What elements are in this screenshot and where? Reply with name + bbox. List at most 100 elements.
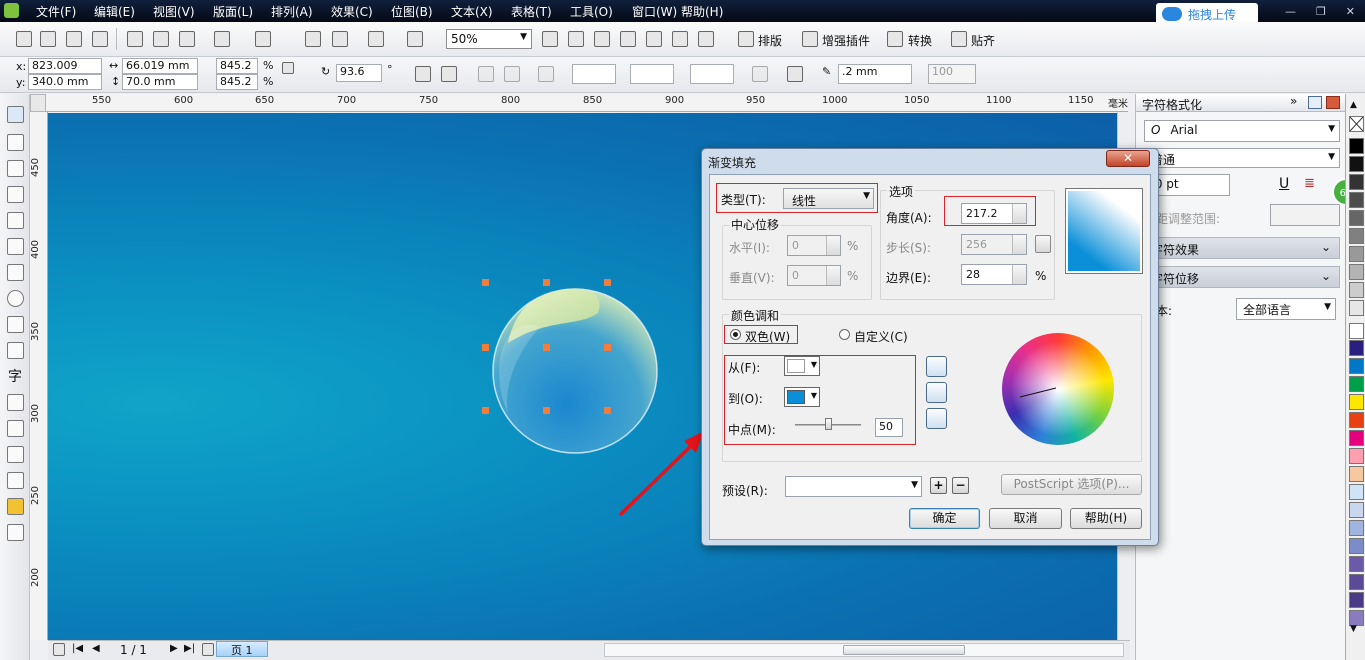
angle-field[interactable]: 217.2 xyxy=(961,203,1027,224)
mirror-v-icon[interactable] xyxy=(441,66,457,82)
menu-view[interactable]: 视图(V) xyxy=(153,3,195,20)
horizontal-scrollbar[interactable] xyxy=(604,643,1124,657)
lock-icon[interactable] xyxy=(282,62,294,74)
color-swatch[interactable] xyxy=(1349,358,1364,374)
color-swatch[interactable] xyxy=(1349,264,1364,280)
convert-icon[interactable] xyxy=(887,31,903,47)
menu-effects[interactable]: 效果(C) xyxy=(331,3,373,20)
text-tool-icon[interactable]: 字 xyxy=(8,366,22,386)
layout-label[interactable]: 排版 xyxy=(758,32,782,49)
menu-help[interactable]: 帮助(H) xyxy=(681,3,723,20)
zoom-out-icon[interactable] xyxy=(568,31,584,47)
color-swatch[interactable] xyxy=(1349,340,1364,356)
two-color-radio[interactable] xyxy=(730,329,741,340)
redo-icon[interactable] xyxy=(255,31,271,47)
color-swatch[interactable] xyxy=(1349,282,1364,298)
plugin-icon[interactable] xyxy=(802,31,818,47)
zoom-selected-icon[interactable] xyxy=(594,31,610,47)
color-swatch[interactable] xyxy=(1349,246,1364,262)
undo-icon[interactable] xyxy=(214,31,230,47)
restore-icon[interactable]: ❐ xyxy=(1316,5,1326,18)
color-swatch[interactable] xyxy=(1349,538,1364,554)
open-icon[interactable] xyxy=(40,31,56,47)
scroll-thumb[interactable] xyxy=(843,645,965,655)
ellipse-tool-icon[interactable] xyxy=(7,290,24,307)
color-swatch[interactable] xyxy=(1349,466,1364,482)
expand-icon[interactable]: » xyxy=(1290,94,1297,108)
menu-layout[interactable]: 版面(L) xyxy=(213,3,253,20)
zoom-all-icon[interactable] xyxy=(620,31,636,47)
first-page-icon[interactable]: |◀ xyxy=(72,643,83,654)
edge-pad-field[interactable]: 28 xyxy=(961,264,1027,285)
menu-edit[interactable]: 编辑(E) xyxy=(94,3,135,20)
zoom-select[interactable]: 50% ▼ xyxy=(446,29,532,49)
bubble-shape[interactable] xyxy=(492,288,658,454)
plugin-label[interactable]: 增强插件 xyxy=(822,32,870,49)
table-tool-icon[interactable] xyxy=(7,394,24,411)
color-swatch[interactable] xyxy=(1349,192,1364,208)
from-color-picker[interactable]: ▼ xyxy=(784,356,820,376)
prev-page-icon[interactable]: ◀ xyxy=(92,643,100,654)
color-swatch[interactable] xyxy=(1349,484,1364,500)
opacity-field[interactable]: 100 xyxy=(928,64,976,84)
outline-pen-icon[interactable] xyxy=(7,472,24,489)
height-field[interactable]: 70.0 mm xyxy=(122,74,198,90)
print-icon[interactable] xyxy=(92,31,108,47)
color-swatch[interactable] xyxy=(1349,412,1364,428)
smart-fill-icon[interactable] xyxy=(7,238,24,255)
color-swatch[interactable] xyxy=(1349,138,1364,154)
palette-up-icon[interactable]: ▲ xyxy=(1350,100,1357,110)
last-page-icon[interactable]: ▶| xyxy=(184,643,195,654)
menu-window[interactable]: 窗口(W) xyxy=(632,3,677,20)
color-swatch[interactable] xyxy=(1349,574,1364,590)
color-swatch[interactable] xyxy=(1349,300,1364,316)
wrap-icon[interactable] xyxy=(478,66,494,82)
zoom-width-icon[interactable] xyxy=(672,31,688,47)
snap-label[interactable]: 贴齐 xyxy=(971,32,995,49)
zoom-height-icon[interactable] xyxy=(698,31,714,47)
color-swatch[interactable] xyxy=(1349,376,1364,392)
color-swatch[interactable] xyxy=(1349,210,1364,226)
font-style-select[interactable]: 普通 ▼ xyxy=(1144,148,1340,168)
kerning-field[interactable] xyxy=(1270,204,1340,226)
ccw-blend-icon[interactable] xyxy=(926,382,947,403)
character-effects-section[interactable]: 字符效果 ⌄ xyxy=(1144,237,1340,259)
wrap-text-icon[interactable] xyxy=(504,66,520,82)
to-front-icon[interactable] xyxy=(787,66,803,82)
direct-blend-icon[interactable] xyxy=(926,356,947,377)
page-tab[interactable]: 页 1 xyxy=(216,641,268,657)
mirror-h-icon[interactable] xyxy=(415,66,431,82)
paste-icon[interactable] xyxy=(179,31,195,47)
import-icon[interactable] xyxy=(305,31,321,47)
y-position-field[interactable]: 340.0 mm xyxy=(28,74,102,90)
midpoint-field[interactable]: 50 xyxy=(875,418,903,437)
add-page-after-icon[interactable] xyxy=(202,643,214,656)
eyedropper-icon[interactable] xyxy=(7,446,24,463)
welcome-icon[interactable] xyxy=(407,31,423,47)
convert-label[interactable]: 转换 xyxy=(908,32,932,49)
minimize-icon[interactable]: — xyxy=(1285,5,1296,18)
polygon-tool-icon[interactable] xyxy=(7,316,24,333)
color-swatch[interactable] xyxy=(1349,520,1364,536)
help-button[interactable]: 帮助(H) xyxy=(1070,508,1142,529)
color-swatch[interactable] xyxy=(1349,323,1364,339)
color-swatch[interactable] xyxy=(1349,174,1364,190)
type-select[interactable]: 线性 ▼ xyxy=(783,188,874,209)
color-swatch[interactable] xyxy=(1349,394,1364,410)
spin-buttons[interactable] xyxy=(1012,235,1026,254)
line-style-select[interactable] xyxy=(630,64,674,84)
freehand-tool-icon[interactable] xyxy=(7,212,24,229)
character-offset-section[interactable]: 字符位移 ⌄ xyxy=(1144,266,1340,288)
copy-icon[interactable] xyxy=(153,31,169,47)
spin-buttons[interactable] xyxy=(826,236,840,255)
cw-blend-icon[interactable] xyxy=(926,408,947,429)
no-color-swatch[interactable] xyxy=(1349,116,1364,132)
dimension-tool-icon[interactable] xyxy=(7,420,24,437)
spin-buttons[interactable] xyxy=(826,266,840,285)
scale-y-field[interactable]: 845.2 xyxy=(216,74,258,90)
midpoint-slider-thumb[interactable] xyxy=(825,418,832,430)
color-swatch[interactable] xyxy=(1349,156,1364,172)
ruler-origin[interactable] xyxy=(30,94,46,112)
docker-minimize-icon[interactable] xyxy=(1308,96,1322,109)
custom-radio[interactable] xyxy=(839,329,850,340)
